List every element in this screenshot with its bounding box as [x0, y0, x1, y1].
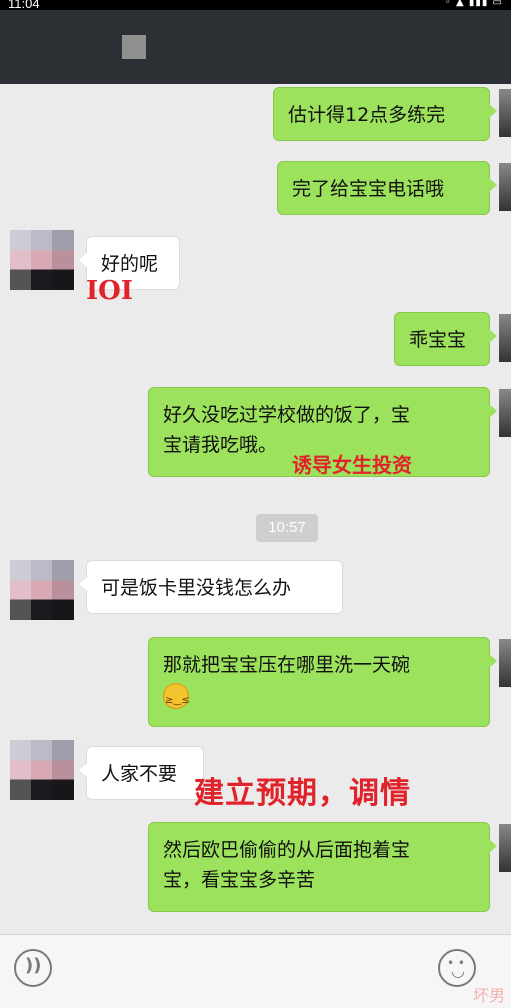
annotation-ioi: IOI — [86, 276, 133, 306]
status-icons: ◦ ▲ ▮▮▮ ▭ — [444, 0, 503, 8]
message-text-line: 宝，看宝宝多辛苦 — [163, 869, 316, 891]
message-bubble-sent[interactable]: 估计得12点多练完 — [273, 87, 497, 141]
message-bubble-sent[interactable]: 那就把宝宝压在哪里洗一天碗 — [148, 637, 497, 727]
message-bubble-received[interactable]: 可是饭卡里没钱怎么办 — [79, 560, 343, 614]
avatar-contact[interactable] — [10, 230, 74, 290]
avatar-self[interactable] — [499, 639, 511, 687]
avatar-contact[interactable] — [10, 740, 74, 800]
chat-header — [0, 10, 511, 84]
input-bar: 坏男 — [0, 934, 511, 1008]
avatar-contact[interactable] — [10, 560, 74, 620]
grin-emoji — [163, 682, 190, 716]
emoji-icon[interactable] — [438, 949, 476, 987]
message-text: 好的呢 — [101, 253, 159, 275]
message-bubble-sent[interactable]: 完了给宝宝电话哦 — [277, 161, 497, 215]
avatar-self[interactable] — [499, 89, 511, 137]
message-text-line: 那就把宝宝压在哪里洗一天碗 — [163, 654, 411, 676]
voice-icon[interactable] — [14, 949, 52, 987]
contact-name-redacted — [122, 35, 146, 59]
message-bubble-sent[interactable]: 乖宝宝 — [394, 312, 497, 366]
message-text-line: 然后欧巴偷偷的从后面抱着宝 — [163, 839, 411, 861]
message-text-line: 好久没吃过学校做的饭了，宝 — [163, 404, 411, 426]
message-text: 可是饭卡里没钱怎么办 — [101, 577, 292, 599]
annotation-build-expectation: 建立预期，调情 — [194, 776, 411, 811]
chat-area[interactable]: 估计得12点多练完 完了给宝宝电话哦 好的呢 IOI 乖宝宝 好久没吃过学校做的… — [0, 84, 511, 934]
chat-timestamp: 10:57 — [256, 514, 318, 542]
message-bubble-received[interactable]: 人家不要 — [79, 746, 204, 800]
message-text: 人家不要 — [101, 763, 178, 785]
watermark: 坏男 — [472, 986, 505, 1005]
avatar-self[interactable] — [499, 314, 511, 362]
avatar-self[interactable] — [499, 389, 511, 437]
message-text: 完了给宝宝电话哦 — [292, 178, 445, 200]
message-bubble-sent[interactable]: 然后欧巴偷偷的从后面抱着宝 宝，看宝宝多辛苦 — [148, 822, 497, 912]
avatar-self[interactable] — [499, 824, 511, 872]
message-text: 估计得12点多练完 — [288, 104, 446, 126]
annotation-induce: 诱导女生投资 — [292, 453, 412, 477]
avatar-self[interactable] — [499, 163, 511, 211]
status-bar: 11:04 ◦ ▲ ▮▮▮ ▭ — [0, 0, 511, 11]
message-text: 乖宝宝 — [409, 329, 467, 351]
